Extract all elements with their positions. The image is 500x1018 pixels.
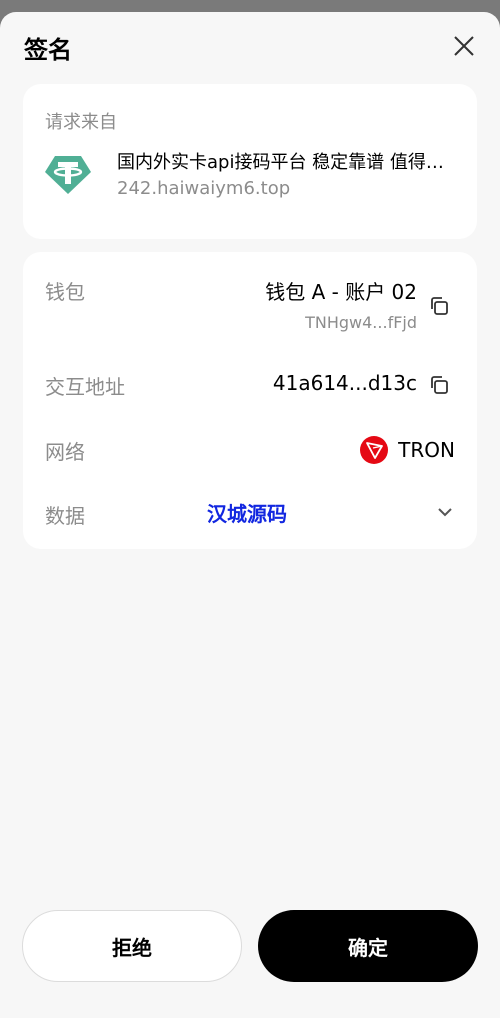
signature-sheet: 签名 请求来自 国内外实卡api接码平台 稳定靠谱 值得信赖 242.haiwa… (0, 12, 500, 1018)
network-value: TRON (360, 435, 455, 465)
copy-icon[interactable] (427, 373, 451, 397)
signature-details-card: 钱包 钱包 A - 账户 02 TNHgw4...fFjd 交互地址 41a61… (23, 252, 477, 549)
close-icon (454, 36, 474, 56)
copy-icon[interactable] (427, 294, 451, 318)
dapp-name: 国内外实卡api接码平台 稳定靠谱 值得信赖 (117, 152, 453, 173)
network-name: TRON (398, 438, 455, 462)
interact-address-label: 交互地址 (45, 375, 125, 399)
tether-icon (45, 156, 91, 194)
interact-address: 41a614...d13c (272, 371, 417, 395)
chevron-down-icon[interactable] (435, 502, 455, 522)
source-label: 请求来自 (45, 112, 117, 133)
wallet-label: 钱包 (45, 280, 85, 304)
wallet-address: TNHgw4...fFjd (305, 313, 417, 332)
dapp-logo (43, 148, 93, 198)
request-source-card: 请求来自 国内外实卡api接码平台 稳定靠谱 值得信赖 242.haiwaiym… (23, 84, 477, 239)
network-label: 网络 (45, 440, 85, 464)
page-title: 签名 (24, 36, 72, 64)
reject-button[interactable]: 拒绝 (22, 910, 242, 982)
close-button[interactable] (450, 32, 478, 60)
watermark-text: 汉城源码 (207, 502, 287, 526)
confirm-button[interactable]: 确定 (258, 910, 478, 982)
data-label: 数据 (45, 504, 85, 528)
dapp-url: 242.haiwaiym6.top (117, 178, 291, 199)
tron-icon (360, 436, 389, 464)
wallet-name: 钱包 A - 账户 02 (265, 280, 417, 304)
